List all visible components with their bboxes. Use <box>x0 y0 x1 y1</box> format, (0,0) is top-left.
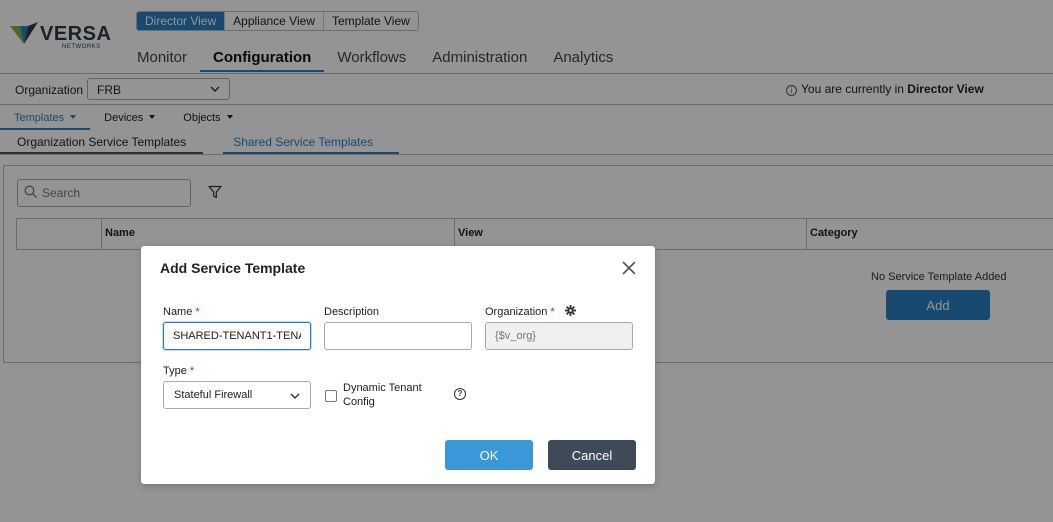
type-label-text: Type <box>163 365 187 377</box>
type-selected-value: Stateful Firewall <box>174 389 253 401</box>
cancel-button[interactable]: Cancel <box>548 440 636 470</box>
help-icon[interactable]: ? <box>454 388 466 400</box>
dialog-title: Add Service Template <box>160 260 306 276</box>
close-icon[interactable] <box>621 260 637 276</box>
required-marker: * <box>550 306 555 318</box>
required-marker: * <box>195 306 200 318</box>
organization-field-label-text: Organization <box>485 306 548 318</box>
required-marker: * <box>189 365 195 377</box>
dynamic-tenant-config-label: Dynamic Tenant Config <box>343 382 422 408</box>
name-label: Name * <box>163 306 200 318</box>
name-label-text: Name <box>163 306 193 318</box>
add-service-template-dialog: Add Service Template Name* Description O… <box>141 246 655 484</box>
ok-button[interactable]: OK <box>445 440 533 470</box>
organization-field <box>485 322 633 350</box>
type-select[interactable]: Stateful Firewall <box>163 381 311 409</box>
gear-icon[interactable] <box>565 305 576 316</box>
description-label: Description <box>324 306 380 318</box>
description-field[interactable] <box>324 322 472 350</box>
chevron-down-icon <box>290 393 300 399</box>
dynamic-tenant-config-checkbox[interactable] <box>325 390 337 402</box>
type-label: Type * <box>163 365 194 377</box>
name-field[interactable] <box>163 322 311 350</box>
organization-field-label: Organization * <box>485 306 555 318</box>
